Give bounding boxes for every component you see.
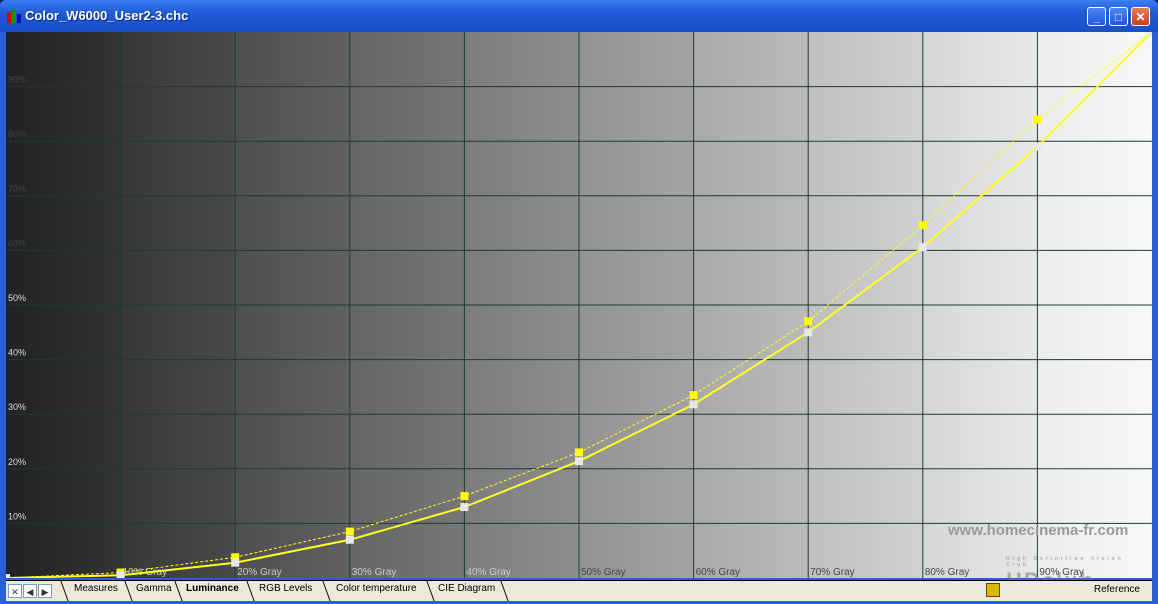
data-point-measured [575,457,583,466]
title-bar: Color_W6000_User2-3.chc _ □ ✕ [0,0,1158,32]
data-point-measured [918,243,927,252]
luminance-chart: 10% 20% 30% 40% 50% 60% 70% 80% 90% 10% Gray 20% G… [2,28,1156,582]
window-title: Color_W6000_User2-3.chc [25,8,189,23]
close-button[interactable]: ✕ [1131,7,1150,26]
data-point-measured [689,400,698,409]
tab-rgb-levels[interactable]: RGB Levels [259,583,312,594]
y-tick-label: 30% [8,402,26,412]
x-tick-label: 70% Gray [810,567,854,578]
data-point-measured [1033,142,1042,151]
tab-divider [426,581,435,601]
data-point-reference [460,492,469,501]
next-tab-button[interactable]: ▶ [38,584,52,598]
tab-divider [124,581,133,601]
y-tick-label: 10% [8,511,26,521]
y-tick-label: 90% [8,75,26,85]
x-tick-label: 30% Gray [352,567,396,578]
tab-cie-diagram[interactable]: CIE Diagram [438,583,495,594]
data-point-reference [345,527,354,536]
data-point-measured [1148,28,1156,36]
tab-luminance[interactable]: Luminance [186,583,239,594]
data-point-measured [345,535,354,544]
y-tick-label: 70% [8,184,26,194]
tab-divider [174,581,183,601]
x-tick-label: 40% Gray [466,567,510,578]
tab-divider [500,581,509,601]
data-point-reference [689,391,698,400]
y-tick-label: 60% [8,238,26,248]
tab-divider [246,581,255,601]
data-point-reference [918,221,927,230]
data-point-reference [575,448,583,457]
tab-measures[interactable]: Measures [74,583,118,594]
tab-divider [60,581,69,601]
data-point-measured [804,328,813,337]
tab-bar: ✕ ◀ ▶ Measures Gamma Luminance RGB Level… [6,580,1152,601]
data-point-measured [231,558,240,567]
x-tick-label: 20% Gray [237,567,281,578]
x-tick-label: 60% Gray [696,567,740,578]
tab-divider [322,581,331,601]
reference-icon[interactable] [986,583,1000,597]
data-point-reference [804,317,813,326]
app-window: Color_W6000_User2-3.chc _ □ ✕ 10% 20% 30% 4… [0,0,1158,604]
watermark: www.homecinema-fr.com [948,522,1129,539]
x-tick-label: 80% Gray [925,567,969,578]
close-sheet-button[interactable]: ✕ [8,584,22,598]
x-tick-label: 50% Gray [581,567,625,578]
y-tick-label: 80% [8,129,26,139]
tab-gamma[interactable]: Gamma [136,583,172,594]
prev-tab-button[interactable]: ◀ [23,584,37,598]
chart-svg: 10%20%30%40%50%60%70%80%90%10% Gray 20% G… [2,28,1156,582]
data-point-measured [2,574,10,582]
maximize-button[interactable]: □ [1109,7,1128,26]
minimize-button[interactable]: _ [1087,7,1106,26]
data-point-reference [1033,115,1042,124]
tab-color-temperature[interactable]: Color temperature [336,583,417,594]
y-tick-label: 20% [8,457,26,467]
reference-label: Reference [1093,584,1140,595]
y-tick-label: 40% [8,348,26,358]
data-point-measured [460,503,469,512]
data-point-measured [116,571,125,580]
chart-app-icon [7,9,21,23]
y-tick-label: 50% [8,293,26,303]
